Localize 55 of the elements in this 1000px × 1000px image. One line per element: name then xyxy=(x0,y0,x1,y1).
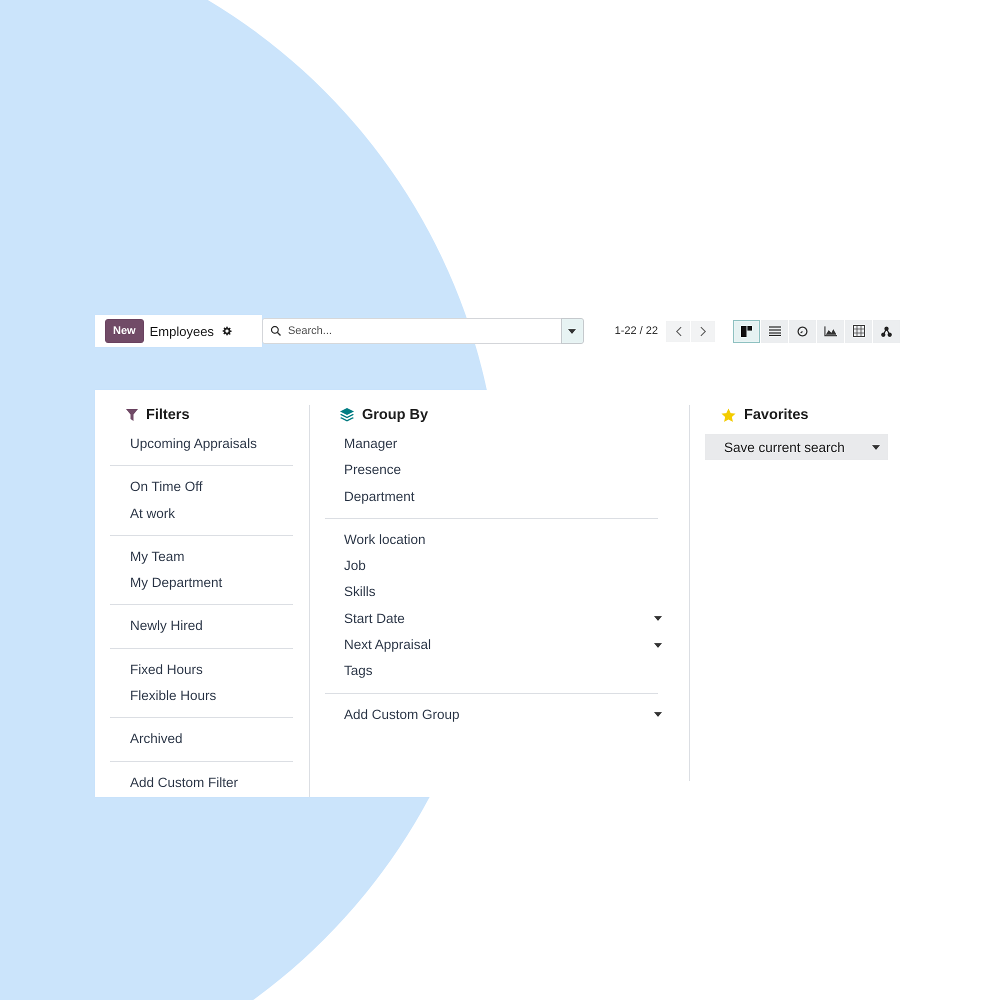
view-switch-button[interactable] xyxy=(817,320,844,342)
table-icon xyxy=(852,325,864,337)
caret-icon xyxy=(654,712,662,718)
pager-value: 1-22 / 22 xyxy=(614,325,658,337)
filter-option[interactable]: Fixed Hours xyxy=(110,656,309,684)
group-by-option[interactable]: Presence xyxy=(325,457,674,484)
caret-icon xyxy=(654,616,662,622)
filter-option[interactable]: My Department xyxy=(110,570,309,596)
filter-option[interactable]: On Time Off xyxy=(110,474,309,501)
group-by-option[interactable]: Tags xyxy=(325,658,674,685)
caret-icon xyxy=(872,444,880,450)
group-by-heading: Group By xyxy=(362,407,428,423)
group-by-option[interactable]: Start Date xyxy=(325,606,674,632)
filter-option[interactable]: My Team xyxy=(110,544,309,570)
kanban-icon xyxy=(741,326,752,336)
filter-option[interactable]: Flexible Hours xyxy=(110,683,309,710)
previous-button[interactable] xyxy=(666,320,690,342)
search-field[interactable]: Search... xyxy=(262,318,561,344)
group-by-option[interactable]: Department xyxy=(325,484,674,510)
filters-heading: Filters xyxy=(146,407,190,423)
group-by-option[interactable]: Manager xyxy=(325,431,674,458)
new-button[interactable]: New xyxy=(105,319,144,343)
filter-option[interactable]: Newly Hired xyxy=(110,613,309,640)
filter-option[interactable]: Upcoming Appraisals xyxy=(110,431,309,458)
hierarchy-icon xyxy=(881,326,892,336)
save-search-button[interactable]: Save current search xyxy=(705,434,888,460)
caret-icon xyxy=(654,642,662,648)
chevron-left-icon xyxy=(674,326,682,336)
search-icon xyxy=(270,325,282,337)
group-by-option[interactable]: Add Custom Group xyxy=(325,702,674,728)
funnel-icon xyxy=(126,409,138,421)
view-switch-button[interactable] xyxy=(789,320,816,342)
area-chart-icon xyxy=(824,326,837,336)
filter-option[interactable]: Archived xyxy=(110,726,309,753)
filter-option[interactable]: At work xyxy=(110,500,309,527)
star-icon xyxy=(721,408,736,422)
breadcrumb-title[interactable]: Employees xyxy=(150,324,214,338)
clock-icon xyxy=(797,326,808,336)
filter-option[interactable]: Add Custom Filter xyxy=(110,770,309,796)
layers-icon xyxy=(340,408,354,422)
chevron-right-icon xyxy=(700,326,706,336)
view-switch-button[interactable] xyxy=(873,320,900,342)
view-switch-button[interactable] xyxy=(845,320,872,342)
view-switch-button[interactable] xyxy=(761,320,788,342)
favorites-heading: Favorites xyxy=(744,407,808,423)
view-switch-button[interactable] xyxy=(733,320,760,342)
search-options-toggle[interactable] xyxy=(560,318,584,344)
caret-icon xyxy=(568,328,576,334)
group-by-option[interactable]: Next Appraisal xyxy=(325,632,674,658)
group-by-option[interactable]: Job xyxy=(325,553,674,580)
group-by-option[interactable]: Skills xyxy=(325,579,674,606)
list-icon xyxy=(768,326,780,336)
settings-icon[interactable] xyxy=(222,326,232,336)
group-by-option[interactable]: Work location xyxy=(325,526,674,554)
next-button[interactable] xyxy=(691,320,715,342)
